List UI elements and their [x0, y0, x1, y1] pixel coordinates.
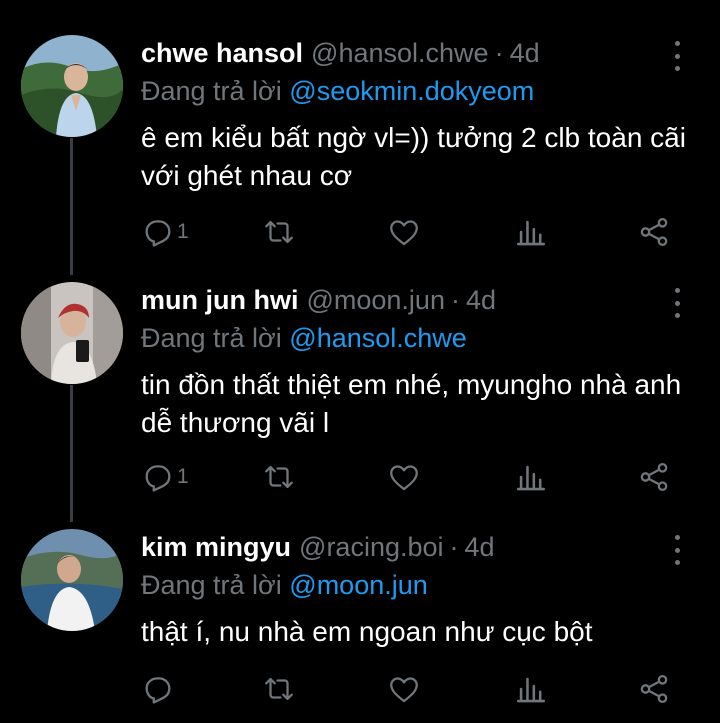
replying-to: Đang trả lời @hansol.chwe — [141, 320, 467, 356]
reply-icon — [145, 465, 171, 492]
share-icon — [640, 462, 668, 492]
user-handle[interactable]: @racing.boi — [299, 529, 443, 565]
like-button[interactable] — [387, 459, 421, 495]
reply-button[interactable]: 1 — [141, 214, 189, 250]
display-name[interactable]: mun jun hwi — [141, 282, 298, 318]
retweet-button[interactable] — [262, 214, 296, 250]
analytics-icon — [516, 220, 546, 246]
replying-to: Đang trả lời @seokmin.dokyeom — [141, 73, 534, 109]
views-button[interactable] — [514, 214, 548, 250]
replying-to: Đang trả lời @moon.jun — [141, 567, 428, 603]
views-button[interactable] — [514, 671, 548, 707]
action-bar — [141, 671, 681, 707]
display-name[interactable]: chwe hansol — [141, 35, 303, 71]
timestamp[interactable]: 4d — [465, 529, 495, 565]
more-options-icon[interactable] — [666, 41, 688, 71]
heart-icon — [390, 220, 418, 246]
reply-count: 1 — [177, 465, 189, 488]
tweet-header: kim mingyu @racing.boi · 4d — [141, 529, 495, 565]
tweet-header: chwe hansol @hansol.chwe · 4d — [141, 35, 540, 71]
avatar[interactable] — [21, 282, 123, 384]
share-button[interactable] — [637, 671, 671, 707]
tweet[interactable]: mun jun hwi @moon.jun · 4d Đang trả lời … — [0, 282, 720, 522]
retweet-icon — [265, 465, 293, 489]
separator: · — [450, 285, 460, 315]
avatar-photo-icon — [21, 529, 123, 631]
share-icon — [640, 674, 668, 704]
share-button[interactable] — [637, 214, 671, 250]
replying-to-label: Đang trả lời — [141, 323, 282, 353]
separator: · — [494, 38, 504, 68]
timestamp[interactable]: 4d — [466, 282, 496, 318]
replying-to-label: Đang trả lời — [141, 76, 282, 106]
reply-button[interactable] — [141, 671, 175, 707]
reply-thread: chwe hansol @hansol.chwe · 4d Đang trả l… — [0, 0, 720, 723]
avatar[interactable] — [21, 529, 123, 631]
retweet-button[interactable] — [262, 459, 296, 495]
tweet-text: tin đồn thất thiệt em nhé, myungho nhà a… — [141, 369, 682, 438]
share-icon — [640, 217, 668, 247]
like-button[interactable] — [387, 671, 421, 707]
reply-count: 1 — [177, 220, 189, 243]
avatar[interactable] — [21, 35, 123, 137]
like-button[interactable] — [387, 214, 421, 250]
heart-icon — [390, 465, 418, 491]
timestamp[interactable]: 4d — [510, 35, 540, 71]
tweet-text: ê em kiểu bất ngờ vl=)) tưởng 2 clb toàn… — [141, 122, 686, 191]
display-name[interactable]: kim mingyu — [141, 529, 291, 565]
views-button[interactable] — [514, 459, 548, 495]
user-handle[interactable]: @moon.jun — [306, 282, 444, 318]
heart-icon — [390, 677, 418, 703]
retweet-icon — [265, 220, 293, 244]
tweet-header: mun jun hwi @moon.jun · 4d — [141, 282, 496, 318]
reply-icon — [145, 220, 171, 247]
reply-icon — [145, 677, 171, 704]
tweet-text: thật í, nu nhà em ngoan như cục bột — [141, 616, 593, 647]
mention-link[interactable]: @seokmin.dokyeom — [289, 76, 534, 106]
action-bar: 1 — [141, 214, 681, 250]
replying-to-label: Đang trả lời — [141, 570, 282, 600]
avatar-photo-icon — [21, 282, 123, 384]
separator: · — [449, 532, 459, 562]
tweet[interactable]: kim mingyu @racing.boi · 4d Đang trả lời… — [0, 529, 720, 723]
reply-button[interactable]: 1 — [141, 459, 189, 495]
mention-link[interactable]: @moon.jun — [289, 570, 427, 600]
analytics-icon — [516, 465, 546, 491]
action-bar: 1 — [141, 459, 681, 495]
user-handle[interactable]: @hansol.chwe — [311, 35, 489, 71]
more-options-icon[interactable] — [666, 288, 688, 318]
tweet[interactable]: chwe hansol @hansol.chwe · 4d Đang trả l… — [0, 35, 720, 275]
more-options-icon[interactable] — [666, 535, 688, 565]
retweet-icon — [265, 677, 293, 701]
avatar-photo-icon — [21, 35, 123, 137]
analytics-icon — [516, 677, 546, 703]
retweet-button[interactable] — [262, 671, 296, 707]
share-button[interactable] — [637, 459, 671, 495]
mention-link[interactable]: @hansol.chwe — [289, 323, 467, 353]
